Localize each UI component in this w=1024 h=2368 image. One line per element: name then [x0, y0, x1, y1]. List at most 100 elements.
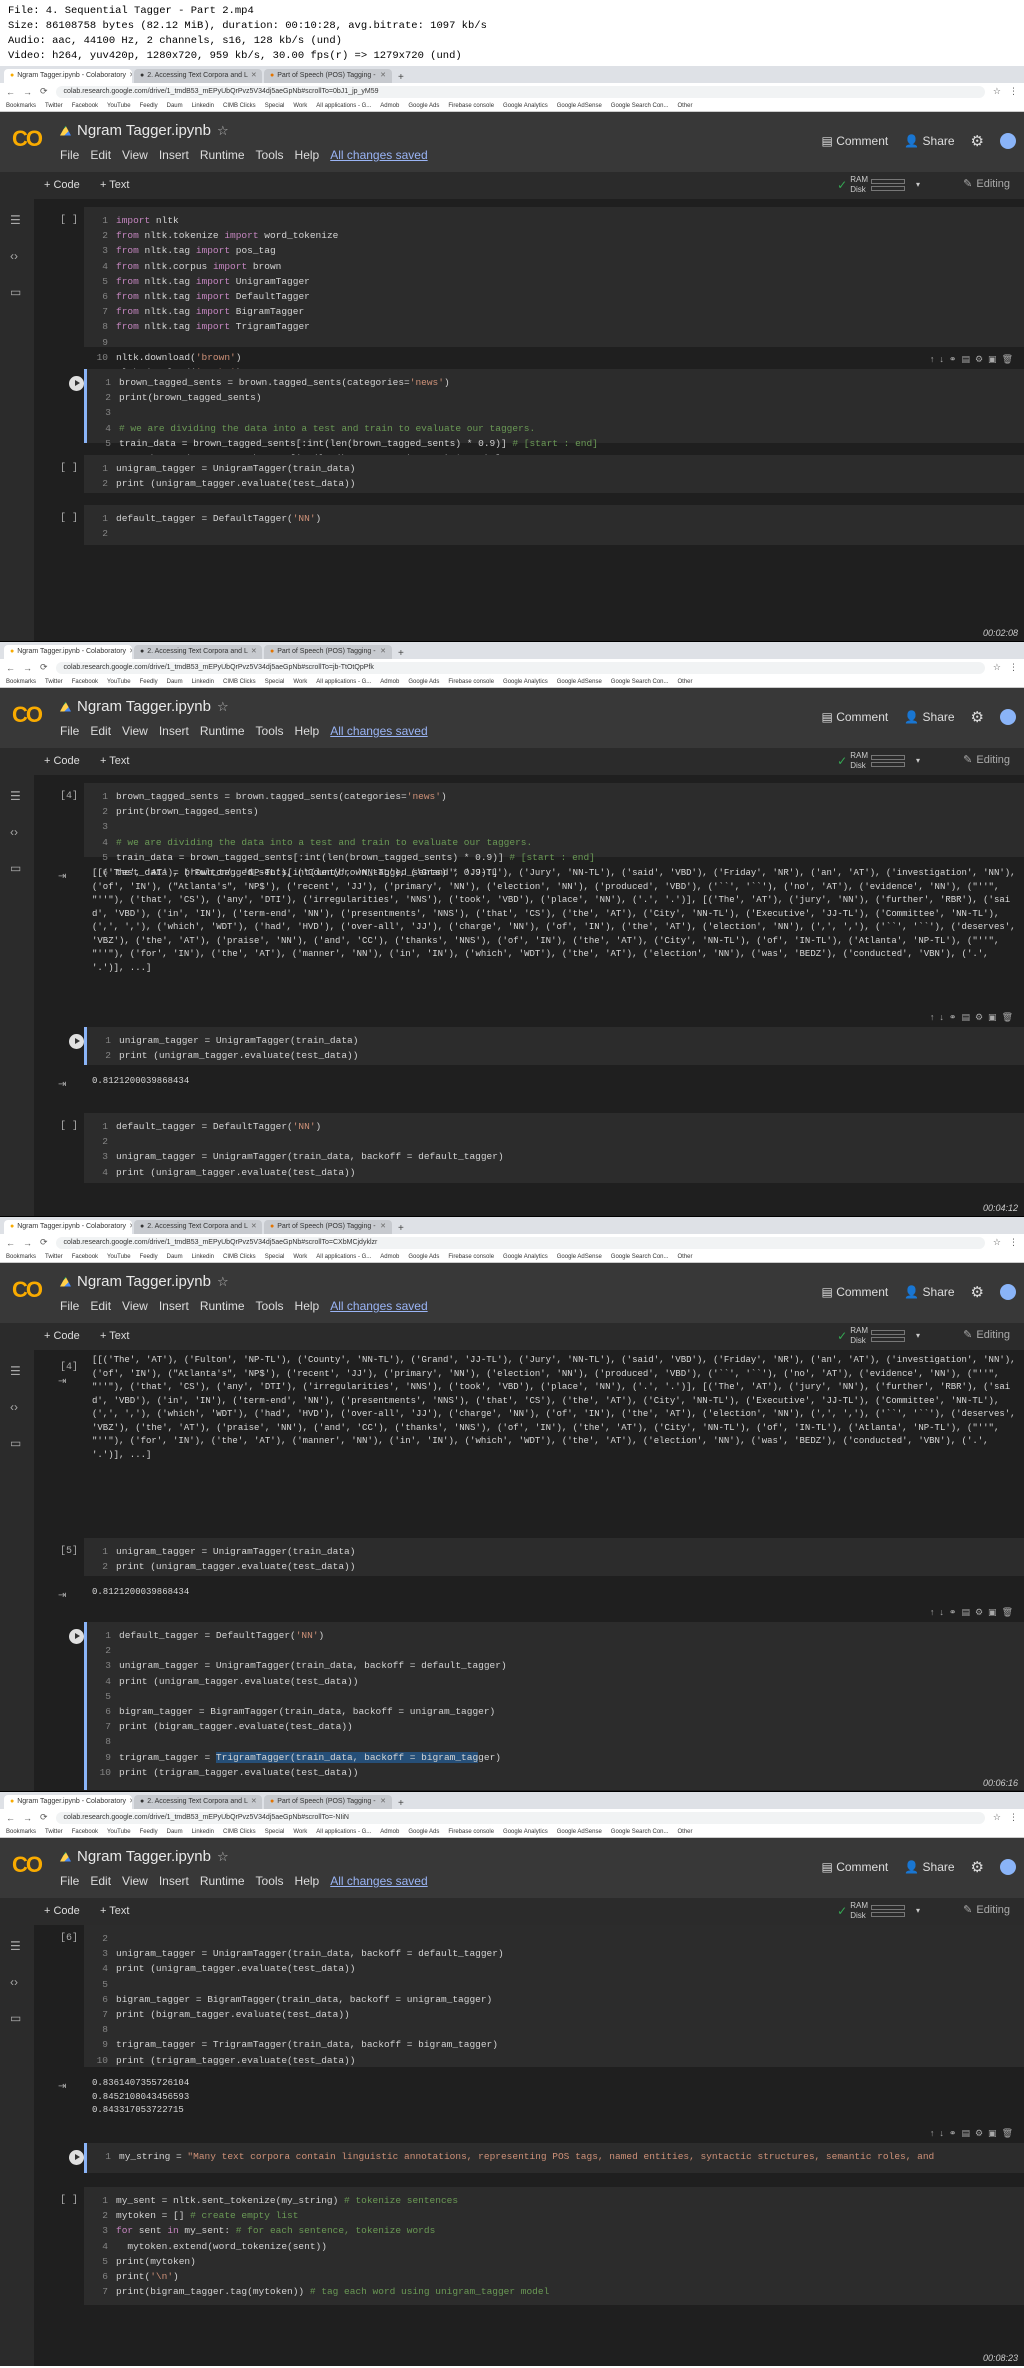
comment-icon[interactable]: ▤ [961, 354, 975, 364]
new-tab-icon[interactable]: + [394, 72, 408, 83]
star-icon[interactable]: ☆ [993, 86, 1001, 97]
gear-icon[interactable]: ⚙ [971, 132, 984, 150]
arrow-down-icon[interactable]: ↓ [939, 2128, 949, 2138]
bookmark-item[interactable]: Work [293, 1254, 307, 1260]
colab-logo[interactable]: CO [12, 126, 43, 152]
code-snippets-icon[interactable]: ‹› [10, 249, 18, 263]
toc-icon[interactable]: ☰ [10, 213, 21, 227]
link-icon[interactable]: ⚭ [949, 2128, 962, 2138]
menu-item[interactable]: Insert [159, 1874, 189, 1888]
new-tab-icon[interactable]: + [394, 1798, 408, 1809]
link-icon[interactable]: ⚭ [949, 354, 962, 364]
menu-item[interactable]: View [122, 148, 148, 162]
code-editor[interactable]: [6] 2 3 unigram_tagger = UnigramTagger(trai… [60, 1925, 1024, 2067]
bookmark-item[interactable]: Feedly [140, 103, 158, 109]
browser-tab[interactable]: ● Part of Speech (POS) Tagging - ✕ [264, 1220, 392, 1234]
code-cell[interactable]: [ ] 1 unigram_tagger = UnigramTagger(train… [52, 455, 1024, 493]
run-cell-button[interactable] [69, 376, 84, 391]
bookmark-item[interactable]: Facebook [72, 1254, 98, 1260]
bookmark-item[interactable]: Special [265, 679, 285, 685]
bookmark-item[interactable]: Bookmarks [6, 679, 36, 685]
bookmark-item[interactable]: Bookmarks [6, 1829, 36, 1835]
new-tab-icon[interactable]: + [394, 1223, 408, 1234]
avatar[interactable] [1000, 709, 1016, 725]
code-editor[interactable]: 1 my_string = "Many text corpora contain … [69, 2143, 1024, 2173]
bookmark-item[interactable]: Twitter [45, 679, 63, 685]
browser-tab[interactable]: ●Ngram Tagger.ipynb - Colaboratory✕ [4, 1220, 132, 1234]
bookmark-item[interactable]: YouTube [107, 1829, 131, 1835]
comment-button[interactable]: ▤ Comment [822, 1860, 889, 1874]
code-snippets-icon[interactable]: ‹› [10, 825, 18, 839]
add-text-button[interactable]: + Text [100, 1330, 129, 1342]
bookmark-item[interactable]: Feedly [140, 1829, 158, 1835]
add-text-button[interactable]: + Text [100, 755, 129, 767]
menu-dots-icon[interactable]: ⋮ [1009, 86, 1018, 97]
menu-item[interactable]: File [60, 1874, 79, 1888]
bookmark-item[interactable]: Firebase console [448, 1254, 494, 1260]
bookmark-item[interactable]: Firebase console [448, 1829, 494, 1835]
bookmark-item[interactable]: Google AdSense [557, 1829, 602, 1835]
close-icon[interactable]: ✕ [380, 69, 386, 83]
star-icon[interactable]: ☆ [993, 1237, 1001, 1248]
new-tab-icon[interactable]: + [394, 648, 408, 659]
bookmark-item[interactable]: Twitter [45, 103, 63, 109]
chevron-down-icon[interactable]: ▾ [916, 180, 920, 190]
bookmark-item[interactable]: Twitter [45, 1829, 63, 1835]
star-icon[interactable]: ☆ [217, 699, 229, 715]
bookmark-item[interactable]: Linkedin [192, 1829, 214, 1835]
bookmark-item[interactable]: Google Ads [408, 679, 439, 685]
bookmark-item[interactable]: Firebase console [448, 679, 494, 685]
reload-icon[interactable]: ⟳ [40, 86, 48, 97]
trash-icon[interactable]: 🗑 [1002, 2128, 1018, 2138]
mirror-icon[interactable]: ▣ [988, 2128, 1002, 2138]
close-icon[interactable]: ✕ [129, 1220, 132, 1234]
bookmark-item[interactable]: Linkedin [192, 103, 214, 109]
menu-item[interactable]: Insert [159, 724, 189, 738]
colab-logo[interactable]: CO [12, 1852, 43, 1878]
back-icon[interactable]: ← [6, 87, 15, 97]
bookmark-item[interactable]: Admob [380, 1254, 399, 1260]
output-toggle-icon[interactable]: ⇥ [58, 2081, 66, 2092]
comment-button[interactable]: ▤ Comment [822, 710, 889, 724]
share-button[interactable]: 👤 Share [904, 1860, 954, 1874]
browser-tab[interactable]: ● Part of Speech (POS) Tagging - ✕ [264, 1795, 392, 1809]
share-button[interactable]: 👤 Share [904, 1285, 954, 1299]
bookmark-item[interactable]: Google Ads [408, 103, 439, 109]
browser-tab[interactable]: ● 2. Accessing Text Corpora and L ✕ [134, 69, 262, 83]
menu-dots-icon[interactable]: ⋮ [1009, 662, 1018, 673]
menu-item[interactable]: Insert [159, 148, 189, 162]
bookmark-item[interactable]: Google Search Con... [611, 1829, 669, 1835]
close-icon[interactable]: ✕ [129, 645, 132, 659]
browser-tab[interactable]: ●Ngram Tagger.ipynb - Colaboratory✕ [4, 69, 132, 83]
arrow-up-icon[interactable]: ↑ [930, 2128, 940, 2138]
menu-item[interactable]: File [60, 148, 79, 162]
bookmark-item[interactable]: All applications - G... [316, 1254, 371, 1260]
address-input[interactable]: colab.research.google.com/drive/1_tmdB53… [55, 1811, 985, 1824]
run-cell-button[interactable] [69, 1629, 84, 1644]
code-cell[interactable]: [5] 1 unigram_tagger = UnigramTagger(train… [52, 1538, 1024, 1576]
code-editor[interactable]: [ ] 1 unigram_tagger = UnigramTagger(train… [60, 455, 1024, 493]
code-cell[interactable]: [ ] 1 import nltk 2 from nltk.tokenize impor… [52, 207, 1024, 393]
bookmark-item[interactable]: Google Analytics [503, 1829, 548, 1835]
folder-icon[interactable]: ▭ [10, 861, 21, 875]
bookmark-item[interactable]: Other [678, 1254, 693, 1260]
close-icon[interactable]: ✕ [380, 1795, 386, 1809]
notebook-title-text[interactable]: Ngram Tagger.ipynb [77, 1273, 211, 1290]
forward-icon[interactable]: → [23, 663, 32, 673]
bookmark-item[interactable]: Daum [167, 1829, 183, 1835]
arrow-up-icon[interactable]: ↑ [930, 354, 940, 364]
run-cell-button[interactable] [69, 2150, 84, 2165]
trash-icon[interactable]: 🗑 [1002, 354, 1018, 364]
menu-item[interactable]: View [122, 724, 148, 738]
browser-tab[interactable]: ●Ngram Tagger.ipynb - Colaboratory✕ [4, 1795, 132, 1809]
close-icon[interactable]: ✕ [251, 1795, 257, 1809]
menu-item[interactable]: Tools [256, 724, 284, 738]
forward-icon[interactable]: → [23, 87, 32, 97]
menu-item[interactable]: Insert [159, 1299, 189, 1313]
code-cell[interactable]: 1 my_string = "Many text corpora contain … [52, 2128, 1024, 2173]
back-icon[interactable]: ← [6, 1238, 15, 1248]
bookmark-item[interactable]: Bookmarks [6, 1254, 36, 1260]
browser-tab[interactable]: ● 2. Accessing Text Corpora and L ✕ [134, 645, 262, 659]
code-editor[interactable]: [5] 1 unigram_tagger = UnigramTagger(train… [60, 1538, 1024, 1576]
bookmark-item[interactable]: Daum [167, 103, 183, 109]
